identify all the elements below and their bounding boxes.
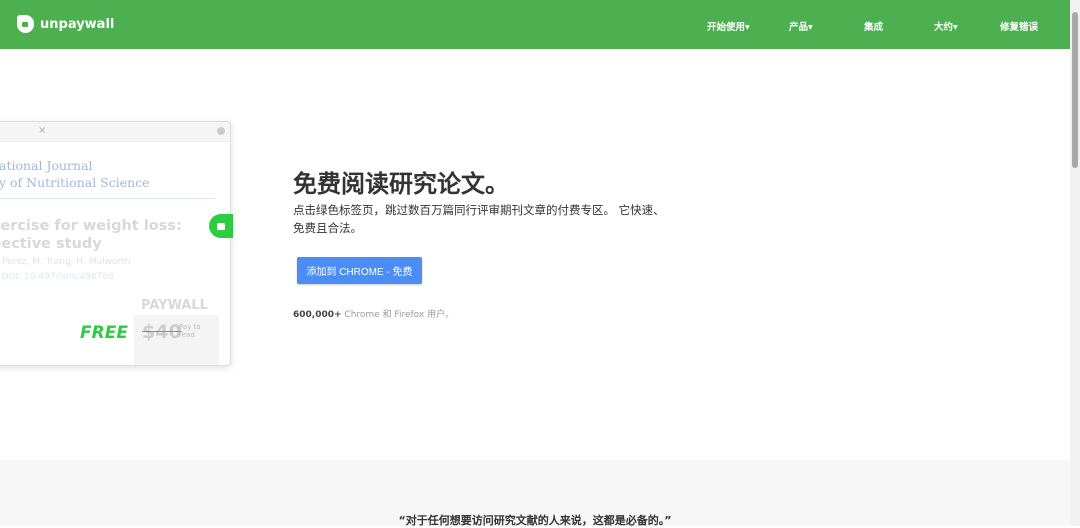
journal-name: ational Journal bbox=[0, 158, 93, 173]
user-count: 600,000+ Chrome 和 Firefox 用户。 bbox=[293, 310, 455, 320]
hero-description: 点击绿色标签页，跳过数百万篇同行评审期刊文章的付费专区。 它快速、免费且合法。 bbox=[293, 203, 665, 235]
brand-logo[interactable]: unpaywall bbox=[17, 15, 114, 33]
hero-title: 免费阅读研究论文。 bbox=[293, 170, 509, 198]
user-icon bbox=[217, 127, 225, 135]
article-title: pective study bbox=[0, 236, 102, 252]
nav-products[interactable]: 产品▾ bbox=[789, 19, 813, 33]
article-title: xercise for weight loss: bbox=[0, 218, 182, 234]
article-authors: ). Perez, M. Trang, H. Mulworth bbox=[0, 257, 131, 267]
nav-fix-errors[interactable]: 修复错误 bbox=[1000, 19, 1038, 33]
article-doi: 7 DOI: 10.497/isns/498768 bbox=[0, 272, 114, 282]
free-label: FREE bbox=[80, 323, 128, 343]
paywall-label: PAYWALL bbox=[141, 298, 208, 313]
brand-name: unpaywall bbox=[40, 16, 115, 32]
scrollbar[interactable] bbox=[1070, 0, 1080, 526]
green-unlock-tab-icon bbox=[209, 214, 233, 238]
paper-illustration: × ational Journal y of Nutritional Scien… bbox=[0, 121, 231, 366]
add-to-chrome-button[interactable]: 添加到 CHROME - 免费 bbox=[297, 257, 422, 284]
scrollbar-thumb[interactable] bbox=[1072, 12, 1078, 168]
browser-tab-bar: × bbox=[0, 122, 230, 142]
nav-integrations[interactable]: 集成 bbox=[864, 19, 883, 33]
top-navbar: unpaywall 开始使用▾ 产品▾ 集成 大约▾ 修复错误 bbox=[0, 0, 1070, 49]
paywall-box: $40 Pay to read bbox=[134, 315, 219, 365]
journal-name: y of Nutritional Science bbox=[0, 175, 150, 190]
close-icon: × bbox=[38, 125, 47, 136]
nav-about[interactable]: 大约▾ bbox=[934, 19, 958, 33]
nav-get-started[interactable]: 开始使用▾ bbox=[707, 19, 750, 33]
unlock-icon bbox=[17, 15, 34, 33]
